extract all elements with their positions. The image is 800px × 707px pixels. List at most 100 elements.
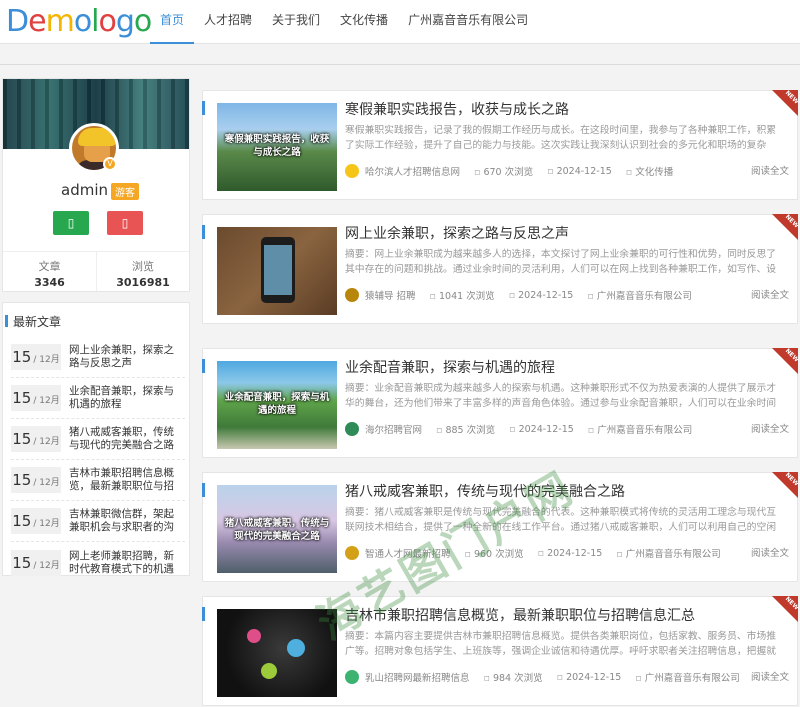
phone-screen [264,245,292,295]
list-item[interactable]: 15/ 12月 网上业余兼职，探索之路与反思之声 [11,337,185,378]
article-card: 业余配音兼职，探索与机遇的旅程 业余配音兼职，探索与机遇的旅程 摘要：业余配音兼… [202,348,798,458]
eye-icon: ▫ [429,291,436,302]
eye-icon: ▫ [464,549,471,560]
nav-item-recruitment[interactable]: 人才招聘 [194,0,262,44]
clock-icon: ▫ [508,289,516,301]
stat-articles: 文章 3346 [3,252,96,291]
list-item-title[interactable]: 网上老师兼职招聘，新时代教育模式下的机遇与挑 [69,550,183,576]
role-badge: 游客 [111,183,139,200]
site-header: Demologo 首页 人才招聘 关于我们 文化传播 广州嘉音音乐有限公司 [0,0,800,44]
list-item[interactable]: 15/ 12月 业余配音兼职，探索与机遇的旅程 [11,378,185,419]
post-category[interactable]: 广州嘉音音乐有限公司 [645,673,740,684]
list-item-title[interactable]: 网上业余兼职，探索之路与反思之声 [69,344,183,370]
username: admin [61,181,108,199]
read-more-link[interactable]: 阅读全文 [751,287,789,301]
article-thumbnail[interactable] [217,609,337,697]
user-icon: ▯ [67,216,75,230]
logo-letter: m [45,4,75,39]
stat-label: 文章 [38,260,61,273]
list-item[interactable]: 15/ 12月 猪八戒威客兼职，传统与现代的完美融合之路 [11,419,185,460]
article-card: 吉林市兼职招聘信息概览，最新兼职职位与招聘信息汇总 摘要：本篇内容主要提供吉林市… [202,596,798,706]
article-title[interactable]: 寒假兼职实践报告，收获与成长之路 [345,99,569,119]
list-item-title[interactable]: 业余配音兼职，探索与机遇的旅程 [69,385,183,411]
list-item[interactable]: 15/ 12月 网上老师兼职招聘，新时代教育模式下的机遇与挑 [11,542,185,583]
author-name[interactable]: 哈尔滨人才招聘信息网 [365,164,460,178]
eye-icon: ▫ [483,673,490,684]
post-date: 2024-12-15 [518,423,574,435]
post-category[interactable]: 广州嘉音音乐有限公司 [597,291,692,302]
article-thumbnail[interactable] [217,227,337,315]
clock-icon: ▫ [509,423,516,435]
author-avatar [345,670,359,684]
read-more-link[interactable]: 阅读全文 [751,545,789,559]
article-title[interactable]: 网上业余兼职，探索之路与反思之声 [345,223,569,243]
date-month: / 12月 [33,437,60,447]
article-thumbnail[interactable]: 猪八戒威客兼职，传统与现代的完美融合之路 [217,485,337,573]
verified-icon: V [103,157,117,171]
folder-icon: ▫ [635,673,642,684]
accent-bar [202,225,205,239]
article-title[interactable]: 吉林市兼职招聘信息概览，最新兼职职位与招聘信息汇总 [345,605,695,625]
author-name[interactable]: 海尔招聘官网 [365,422,422,436]
new-ribbon: NEW [772,348,798,374]
article-meta: 乳山招聘网最新招聘信息 ▫ 984 次浏览 ▫ 2024-12-15 ▫ 广州嘉音音乐… [345,669,789,685]
article-card: 猪八戒威客兼职，传统与现代的完美融合之路 猪八戒威客兼职，传统与现代的完美融合之… [202,472,798,582]
date-month: / 12月 [33,478,60,488]
read-more-link[interactable]: 阅读全文 [751,163,789,177]
folder-icon: ▫ [625,167,633,178]
author-avatar [345,546,359,560]
article-title[interactable]: 猪八戒威客兼职，传统与现代的完美融合之路 [345,481,625,501]
logo-letter: l [91,4,99,39]
view-count: 885 次浏览 [445,425,496,436]
article-excerpt: 摘要：业余配音兼职成为越来越多人的探索与机遇。这种兼职形式不仅为热爱表演的人提供… [345,383,777,409]
eye-icon: ▫ [474,167,481,178]
read-more-link[interactable]: 阅读全文 [751,669,789,683]
article-card: 寒假兼职实践报告，收获与成长之路 寒假兼职实践报告，收获与成长之路 寒假兼职实践… [202,90,798,200]
date-box: 15/ 12月 [11,344,61,370]
site-logo[interactable]: Demologo [6,3,152,41]
view-count: 984 次浏览 [492,673,543,684]
thumbnail-caption: 寒假兼职实践报告，收获与成长之路 [224,134,330,158]
logo-letter: D [6,4,29,39]
nav-item-home[interactable]: 首页 [150,0,195,44]
author-name[interactable]: 智通人才网最新招聘 [365,546,451,560]
article-title[interactable]: 业余配音兼职，探索与机遇的旅程 [345,357,555,377]
list-item[interactable]: 15/ 12月 吉林市兼职招聘信息概览，最新兼职职位与招聘 [11,460,185,501]
accent-bar [202,101,205,115]
nav-item-company[interactable]: 广州嘉音音乐有限公司 [398,0,538,44]
post-category[interactable]: 广州嘉音音乐有限公司 [626,549,721,560]
author-name[interactable]: 乳山招聘网最新招聘信息 [365,670,470,684]
new-ribbon: NEW [772,90,798,116]
date-month: / 12月 [33,355,60,365]
post-category[interactable]: 广州嘉音音乐有限公司 [597,425,692,436]
author-avatar [345,288,359,302]
article-excerpt: 寒假兼职实践报告，记录了我的假期工作经历与成长。在这段时间里，我参与了各种兼职工… [345,125,777,151]
article-thumbnail[interactable]: 寒假兼职实践报告，收获与成长之路 [217,103,337,191]
date-box: 15/ 12月 [11,385,61,411]
article-meta: 智通人才网最新招聘 ▫ 960 次浏览 ▫ 2024-12-15 ▫ 广州嘉音音乐有限… [345,545,789,561]
accent-bar [202,607,205,621]
logo-letter: e [28,4,46,39]
article-card: 网上业余兼职，探索之路与反思之声 摘要：网上业余兼职成为越来越多人的选择，本文探… [202,214,798,324]
read-more-link[interactable]: 阅读全文 [751,421,789,435]
article-meta: 猿辅导 招聘 ▫ 1041 次浏览 ▫ 2024-12-15 ▫ 广州嘉音音乐有限公司… [345,287,789,303]
list-item[interactable]: 15/ 12月 吉林兼职微信群，架起兼职机会与求职者的沟通桥 [11,501,185,542]
list-item-title[interactable]: 猪八戒威客兼职，传统与现代的完美融合之路 [69,426,183,452]
author-name[interactable]: 猿辅导 招聘 [365,288,416,302]
new-ribbon: NEW [772,472,798,498]
stat-value: 3346 [34,276,65,289]
list-item-title[interactable]: 吉林兼职微信群，架起兼职机会与求职者的沟通桥 [69,508,183,534]
avatar-hair [78,128,116,146]
decor-dot [261,663,277,679]
login-button[interactable]: ▯ [53,211,89,235]
list-item-title[interactable]: 吉林市兼职招聘信息概览，最新兼职职位与招聘 [69,467,183,493]
stat-label: 浏览 [132,260,154,273]
article-thumbnail[interactable]: 业余配音兼职，探索与机遇的旅程 [217,361,337,449]
logo-letter: g [115,4,135,39]
post-category[interactable]: 文化传播 [635,167,673,178]
nav-item-culture[interactable]: 文化传播 [330,0,398,44]
nav-item-about[interactable]: 关于我们 [262,0,330,44]
clock-icon: ▫ [556,671,564,683]
date-box: 15/ 12月 [11,426,61,452]
register-button[interactable]: ▯ [107,211,143,235]
